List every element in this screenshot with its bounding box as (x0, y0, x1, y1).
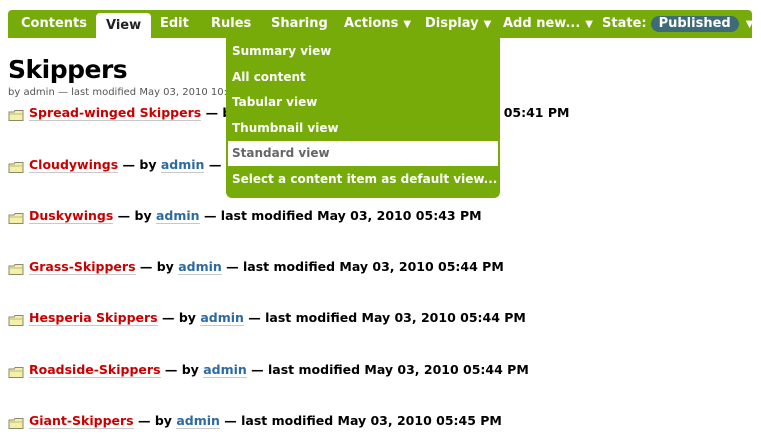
display-menu: Summary view All content Tabular view Th… (226, 38, 500, 198)
item-title-link[interactable]: Giant-Skippers (29, 413, 134, 429)
separator: — (208, 157, 222, 172)
folder-icon (8, 108, 24, 128)
tab-state-label: State: (602, 16, 647, 31)
modified-date: last modified May 03, 2010 05:44 PM (268, 362, 529, 377)
tab-state[interactable]: State: Published ▼ (602, 10, 753, 38)
author-link[interactable]: admin (200, 310, 244, 326)
tab-add-new-label: Add new... (503, 16, 581, 31)
author-link[interactable]: admin (176, 413, 220, 429)
separator: — (122, 157, 136, 172)
separator: — (203, 208, 217, 223)
separator: — (117, 208, 131, 223)
separator: — (224, 413, 237, 428)
list-item: Roadside-Skippers — by admin — last modi… (8, 360, 529, 380)
by-label: by (178, 310, 196, 325)
menu-item-all-content[interactable]: All content (228, 65, 498, 90)
by-label: by (139, 157, 157, 172)
modified-date: last modified May 03, 2010 05:44 PM (265, 310, 526, 325)
separator: — (248, 310, 261, 325)
author-link[interactable]: admin (178, 259, 222, 275)
tab-actions[interactable]: Actions ▼ (344, 10, 411, 38)
tab-sharing[interactable]: Sharing (271, 10, 328, 38)
separator: — (139, 259, 153, 274)
by-label: by (154, 413, 172, 428)
separator: — (137, 413, 151, 428)
chevron-down-icon: ▼ (745, 19, 754, 30)
list-item: Giant-Skippers — by admin — last modifie… (8, 411, 502, 431)
folder-icon (8, 416, 24, 436)
chevron-down-icon: ▼ (403, 19, 412, 30)
item-title-link[interactable]: Grass-Skippers (29, 259, 136, 275)
by-label: by (181, 362, 199, 377)
author-link[interactable]: admin (155, 208, 200, 224)
tab-view[interactable]: View (96, 13, 152, 38)
author-link[interactable]: admin (160, 157, 205, 173)
list-item: Hesperia Skippers — by admin — last modi… (8, 308, 526, 328)
item-title-link[interactable]: Cloudywings (29, 157, 119, 173)
menu-item-select-default-view[interactable]: Select a content item as default view... (228, 167, 498, 192)
menu-item-standard-view[interactable]: Standard view (228, 141, 498, 166)
tab-actions-label: Actions (344, 16, 399, 31)
list-item: Duskywings — by admin — last modified Ma… (8, 206, 482, 226)
list-item: Grass-Skippers — by admin — last modifie… (8, 257, 504, 277)
modified-date: last modified May 03, 2010 05:45 PM (241, 413, 502, 428)
folder-icon (8, 160, 24, 180)
folder-icon (8, 211, 24, 231)
chevron-down-icon: ▼ (585, 19, 593, 30)
author-link[interactable]: admin (203, 362, 247, 378)
item-title-link[interactable]: Roadside-Skippers (29, 362, 161, 378)
by-label: by (156, 259, 174, 274)
menu-item-summary-view[interactable]: Summary view (228, 39, 498, 64)
modified-date: last modified May 03, 2010 05:44 PM (243, 259, 504, 274)
modified-date: last modified May 03, 2010 05:43 PM (220, 208, 482, 223)
tab-display-label: Display (425, 16, 479, 31)
separator: — (251, 362, 264, 377)
folder-icon (8, 313, 24, 333)
separator: — (161, 310, 175, 325)
page-byline: by admin — last modified May 03, 2010 10… (8, 87, 238, 98)
item-title-link[interactable]: Duskywings (29, 208, 114, 224)
separator: — (226, 259, 239, 274)
tab-rules[interactable]: Rules (211, 10, 251, 38)
separator: — (205, 105, 219, 120)
by-label: by (134, 208, 152, 223)
tab-edit[interactable]: Edit (160, 10, 189, 38)
menu-item-tabular-view[interactable]: Tabular view (228, 90, 498, 115)
tab-contents[interactable]: Contents (21, 10, 87, 38)
separator: — (164, 362, 178, 377)
chevron-down-icon: ▼ (483, 19, 492, 30)
menu-item-thumbnail-view[interactable]: Thumbnail view (228, 116, 498, 141)
folder-icon (8, 262, 24, 282)
folder-icon (8, 365, 24, 385)
page-title: Skippers (8, 55, 128, 84)
tab-add-new[interactable]: Add new... ▼ (503, 10, 593, 38)
item-title-link[interactable]: Hesperia Skippers (29, 310, 158, 326)
tab-display[interactable]: Display ▼ (425, 10, 491, 38)
status-badge: Published (650, 16, 739, 32)
item-title-link[interactable]: Spread-winged Skippers (29, 105, 202, 121)
edit-bar: Contents View Edit Rules Sharing Actions… (8, 10, 753, 38)
